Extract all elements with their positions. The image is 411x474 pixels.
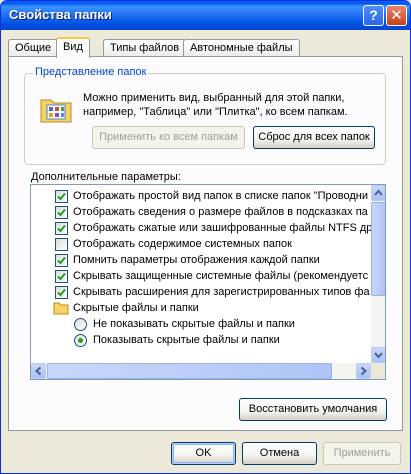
help-button[interactable]: ? [363, 5, 384, 26]
setting-label: Скрывать расширения для зарегистрированн… [73, 286, 370, 298]
checkmark-icon [57, 192, 66, 201]
radio-dot-icon [78, 338, 83, 343]
checkmark-icon [57, 208, 66, 217]
cancel-button[interactable]: Отмена [242, 442, 317, 465]
folder-views-group: Представление папок Можно применить вид,… [24, 66, 386, 165]
folder-icon [53, 302, 69, 315]
setting-label: Отображать сжатые или зашифрованные файл… [73, 222, 371, 234]
setting-label: Скрытые файлы и папки [73, 302, 199, 314]
scroll-corner [371, 363, 385, 379]
setting-label: Отображать сведения о размере файлов в п… [73, 206, 368, 218]
tab-label: Вид [63, 41, 83, 53]
tab-label: Общие [15, 42, 52, 54]
checkbox-checked[interactable] [55, 270, 68, 283]
setting-label: Отображать содержимое системных папок [73, 238, 292, 250]
horizontal-scrollbar[interactable] [31, 363, 371, 379]
help-icon: ? [369, 7, 378, 23]
advanced-settings-list: Отображать простой вид папок в списке па… [31, 185, 371, 363]
radio-unselected[interactable] [74, 318, 87, 331]
ok-button[interactable]: OK [171, 442, 236, 465]
checkbox-unchecked[interactable] [55, 238, 68, 251]
checkbox-checked[interactable] [55, 254, 68, 267]
checkmark-icon [57, 272, 66, 281]
title-bar[interactable]: Свойства папки ? ✕ [1, 1, 410, 30]
tab-general[interactable]: Общие [8, 39, 59, 57]
apply-button[interactable]: Применить [323, 442, 401, 465]
setting-label: Показывать скрытые файлы и папки [93, 334, 280, 346]
advanced-settings-tree[interactable]: Отображать простой вид папок в списке па… [30, 184, 386, 380]
checkbox-checked[interactable] [55, 286, 68, 299]
setting-label: Скрывать защищенные системные файлы (рек… [73, 270, 369, 282]
folder-view-icon [40, 99, 72, 123]
chevron-up-icon [374, 189, 383, 196]
tab-label: Автономные файлы [190, 42, 293, 54]
chevron-right-icon [360, 366, 368, 376]
scroll-right-button[interactable] [356, 363, 371, 379]
setting-label: Отображать простой вид папок в списке па… [73, 190, 368, 202]
close-button[interactable]: ✕ [386, 5, 407, 26]
checkmark-icon [57, 288, 66, 297]
folder-views-title: Представление папок [33, 66, 149, 78]
folder-views-description: Можно применить вид, выбранный для этой … [83, 92, 348, 118]
chevron-down-icon [374, 352, 383, 359]
vertical-scroll-thumb[interactable] [371, 202, 385, 296]
tab-file-types[interactable]: Типы файлов [103, 39, 187, 57]
radio-selected[interactable] [74, 334, 87, 347]
setting-label: Не показывать скрытые файлы и папки [93, 318, 295, 330]
checkbox-checked[interactable] [55, 222, 68, 235]
folder-options-dialog: Свойства папки ? ✕ Общие Вид Типы файлов… [0, 0, 411, 474]
scroll-left-button[interactable] [31, 363, 46, 379]
chevron-left-icon [34, 366, 42, 376]
apply-to-all-folders-button[interactable]: Применить ко всем папкам [92, 126, 245, 149]
horizontal-scroll-thumb[interactable] [47, 363, 332, 379]
checkmark-icon [57, 224, 66, 233]
setting-label: Помнить параметры отображения каждой пап… [73, 254, 320, 266]
checkmark-icon [57, 256, 66, 265]
reset-all-folders-button[interactable]: Сброс для всех папок [253, 126, 375, 149]
tab-view[interactable]: Вид [56, 37, 90, 58]
restore-defaults-button[interactable]: Восстановить умолчания [239, 398, 387, 421]
advanced-settings-label: Дополнительные параметры: [31, 171, 181, 183]
scroll-up-button[interactable] [371, 185, 385, 201]
scroll-down-button[interactable] [371, 347, 385, 363]
window-title: Свойства папки [9, 7, 112, 22]
checkbox-checked[interactable] [55, 190, 68, 203]
vertical-scrollbar[interactable] [371, 185, 385, 363]
tab-label: Типы файлов [110, 42, 180, 54]
tab-offline-files[interactable]: Автономные файлы [183, 39, 300, 57]
checkbox-checked[interactable] [55, 206, 68, 219]
close-icon: ✕ [390, 7, 403, 24]
